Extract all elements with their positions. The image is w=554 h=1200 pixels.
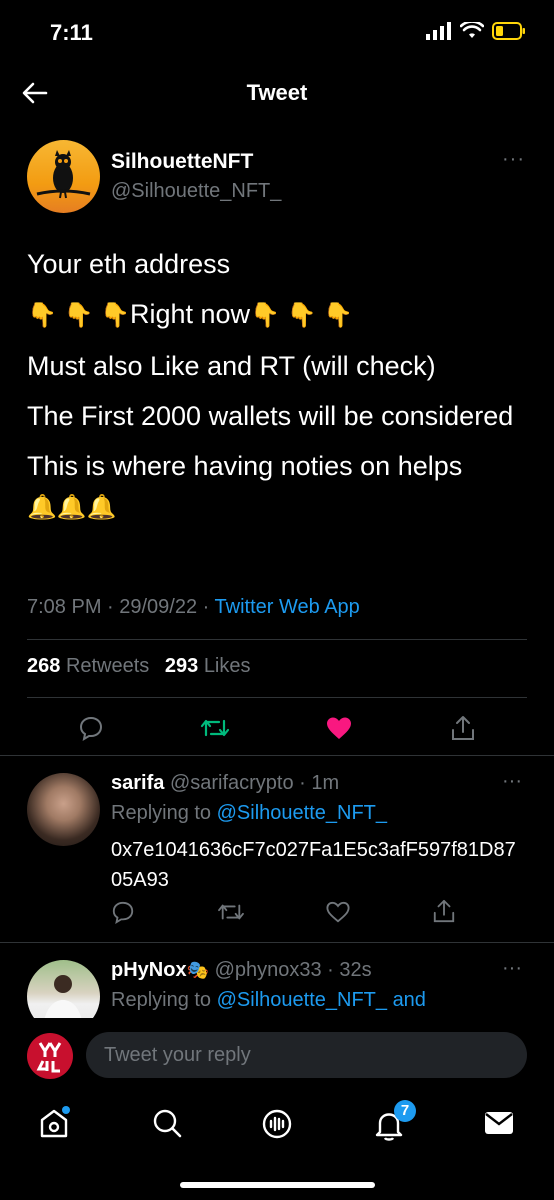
likes-label[interactable]: Likes (204, 655, 251, 677)
reply-author-handle[interactable]: @phynox33 · 32s (215, 959, 372, 981)
home-indicator (180, 1182, 375, 1188)
reply-input[interactable] (102, 1043, 506, 1068)
yy-logo-icon (36, 1042, 62, 1073)
spaces-icon[interactable] (259, 1106, 295, 1142)
tweet-line: Your eth address (27, 249, 231, 279)
retweet-icon[interactable] (217, 900, 245, 924)
reply-icon[interactable] (78, 715, 104, 741)
tweet-line: The First 2000 wallets will be considere… (27, 401, 514, 431)
tweet-line: Must also Like and RT (will check) (27, 351, 436, 381)
home-icon[interactable] (37, 1106, 71, 1140)
more-options-icon[interactable]: ··· (502, 148, 525, 171)
reply-author-name[interactable]: pHyNox (111, 959, 187, 981)
my-avatar[interactable] (27, 1033, 73, 1079)
wifi-icon (460, 22, 484, 38)
likes-count[interactable]: 293 (165, 655, 198, 677)
divider (27, 697, 527, 698)
bell-emoji-icon: 🔔🔔🔔 (27, 494, 117, 521)
reply-header: sarifa @sarifacrypto · 1m (111, 768, 339, 798)
reply-author-handle[interactable]: @sarifacrypto · 1m (170, 772, 339, 794)
reply-author-name[interactable]: sarifa (111, 772, 164, 794)
divider (27, 639, 527, 640)
divider (0, 942, 554, 943)
status-time: 7:11 (50, 20, 93, 45)
author-name[interactable]: SilhouetteNFT (111, 150, 253, 174)
like-filled-icon[interactable] (325, 715, 353, 741)
tweet-stats: 268 Retweets 293 Likes (27, 655, 261, 678)
reply-input-box[interactable] (86, 1032, 527, 1078)
reply-avatar[interactable] (27, 773, 100, 846)
like-icon[interactable] (325, 900, 351, 924)
reply-icon[interactable] (111, 900, 135, 924)
tweet-source-link[interactable]: Twitter Web App (215, 596, 360, 618)
messages-envelope-icon[interactable] (482, 1108, 516, 1138)
replying-to-link[interactable]: @Silhouette_NFT_ (217, 802, 387, 824)
tweet-line: Right now (129, 299, 251, 329)
tweet-line-emoji: 👇 👇 👇Right now👇 👇 👇 (27, 294, 532, 336)
retweets-count[interactable]: 268 (27, 655, 60, 677)
theater-masks-emoji-icon: 🎭 (186, 960, 209, 980)
replying-to-link[interactable]: @Silhouette_NFT_ and (217, 989, 426, 1011)
replying-to: Replying to @Silhouette_NFT_ and (111, 985, 426, 1015)
notifications-badge: 7 (394, 1100, 416, 1122)
author-handle[interactable]: @Silhouette_NFT_ (111, 180, 281, 203)
share-icon[interactable] (450, 714, 476, 742)
author-avatar[interactable] (27, 140, 100, 213)
reply-more-options-icon[interactable]: ··· (502, 957, 522, 980)
reply-text: 0x7e1041636cF7c027Fa1E5c3afF597f81D8705A… (111, 839, 516, 891)
replying-to: Replying to @Silhouette_NFT_ (111, 798, 387, 828)
divider (0, 755, 554, 756)
replying-to-label: Replying to (111, 802, 217, 824)
owl-logo-icon (36, 150, 91, 199)
status-icons (426, 22, 526, 40)
reply-header: pHyNox🎭 @phynox33 · 32s (111, 955, 372, 985)
share-icon[interactable] (432, 898, 456, 924)
retweet-icon[interactable] (200, 715, 230, 741)
reply-more-options-icon[interactable]: ··· (502, 770, 522, 793)
tab-bar: 7 (0, 1100, 554, 1150)
retweets-label[interactable]: Retweets (66, 655, 149, 677)
tweet-timestamp: 7:08 PM · 29/09/22 · (27, 596, 215, 618)
signal-icon (426, 22, 451, 40)
search-icon[interactable] (150, 1106, 184, 1140)
page-title: Tweet (246, 80, 308, 105)
battery-icon (492, 22, 525, 40)
pointing-down-emoji-icon: 👇 👇 👇 (250, 302, 354, 329)
pointing-down-emoji-icon: 👇 👇 👇 (27, 302, 130, 329)
tweet-text: Your eth address 👇 👇 👇Right now👇 👇 👇 Mus… (27, 244, 532, 538)
tweet-meta: 7:08 PM · 29/09/22 · Twitter Web App (27, 596, 360, 619)
replying-to-label: Replying to (111, 989, 217, 1011)
tweet-line: This is where having noties on helps (27, 451, 463, 481)
